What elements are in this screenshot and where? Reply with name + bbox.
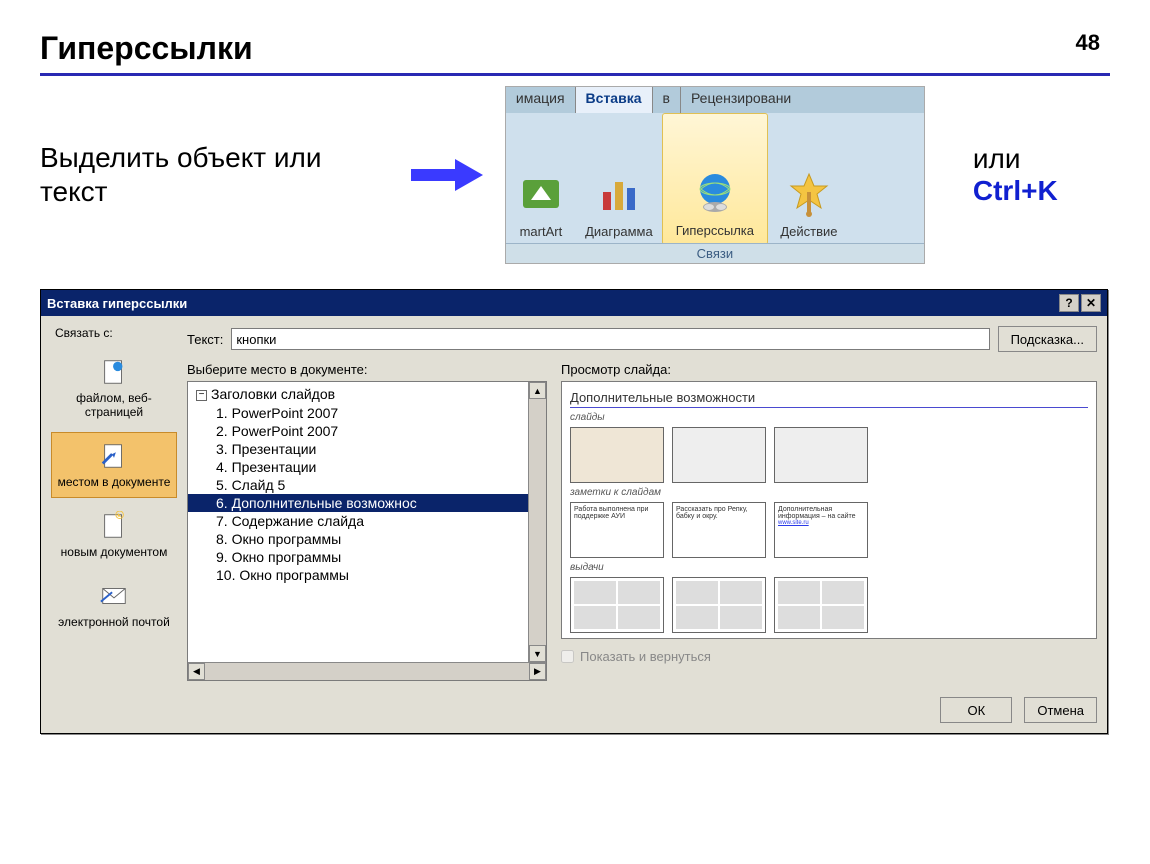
preview-note: Дополнительная информация – на сайтеwww.… xyxy=(774,502,868,558)
scroll-left-icon[interactable]: ◀ xyxy=(188,663,205,680)
close-button[interactable]: ✕ xyxy=(1081,294,1101,312)
select-place-label: Выберите место в документе: xyxy=(187,362,547,377)
text-field-label: Текст: xyxy=(187,332,223,347)
help-button[interactable]: ? xyxy=(1059,294,1079,312)
arrow-right-icon xyxy=(407,155,487,195)
scroll-down-icon[interactable]: ▼ xyxy=(529,645,546,662)
preview-note: Рассказать про Репку, бабку и окру. xyxy=(672,502,766,558)
preview-thumb xyxy=(672,427,766,483)
ribbon-tab-review[interactable]: Рецензировани xyxy=(681,87,801,113)
link-target-file[interactable]: файлом, веб-страницей xyxy=(51,348,177,428)
action-icon xyxy=(785,170,833,218)
page-title: Гиперссылки xyxy=(40,30,1110,67)
tree-item[interactable]: 5. Слайд 5 xyxy=(188,476,546,494)
tree-item[interactable]: 10. Окно программы xyxy=(188,566,546,584)
tree-item[interactable]: 3. Презентации xyxy=(188,440,546,458)
tooltip-button[interactable]: Подсказка... xyxy=(998,326,1097,352)
ribbon-tab-insert[interactable]: Вставка xyxy=(576,87,653,113)
instruction-text: Выделить объект или текст xyxy=(40,141,389,208)
preview-thumb xyxy=(570,427,664,483)
chart-button[interactable]: Диаграмма xyxy=(576,113,662,245)
globe-link-icon xyxy=(691,169,739,217)
dialog-titlebar: Вставка гиперссылки ? ✕ xyxy=(41,290,1107,316)
vertical-scrollbar[interactable]: ▲ ▼ xyxy=(528,382,546,662)
tree-item[interactable]: 6. Дополнительные возможнос xyxy=(188,494,546,512)
tree-item[interactable]: 1. PowerPoint 2007 xyxy=(188,404,546,422)
link-target-place[interactable]: местом в документе xyxy=(51,432,177,498)
smartart-button[interactable]: martArt xyxy=(506,113,576,245)
ok-button[interactable]: ОК xyxy=(940,697,1012,723)
ribbon-group-label: Связи xyxy=(506,243,924,263)
action-button[interactable]: Действие xyxy=(768,113,850,245)
tree-item[interactable]: 8. Окно программы xyxy=(188,530,546,548)
preview-slide-title: Дополнительные возможности xyxy=(570,390,1088,408)
new-doc-icon xyxy=(99,511,129,541)
link-with-label: Связать с: xyxy=(51,326,177,340)
email-icon xyxy=(99,581,129,611)
tree-item[interactable]: 4. Презентации xyxy=(188,458,546,476)
dialog-title: Вставка гиперссылки xyxy=(47,296,1057,311)
tree-item[interactable]: 9. Окно программы xyxy=(188,548,546,566)
preview-note: Работа выполнена при поддержке АУИ xyxy=(570,502,664,558)
smartart-icon xyxy=(517,170,565,218)
hyperlink-button[interactable]: Гиперссылка xyxy=(662,113,768,245)
chart-icon xyxy=(595,170,643,218)
insert-hyperlink-dialog: Вставка гиперссылки ? ✕ Связать с: файло… xyxy=(40,289,1108,734)
collapse-icon[interactable]: − xyxy=(196,390,207,401)
preview-label: Просмотр слайда: xyxy=(561,362,1097,377)
ribbon-tab-v[interactable]: в xyxy=(653,87,681,113)
title-divider xyxy=(40,73,1110,76)
preview-handout xyxy=(672,577,766,633)
or-shortcut: или Ctrl+K xyxy=(973,143,1110,207)
slide-preview: Дополнительные возможности слайды заметк… xyxy=(561,381,1097,639)
file-web-icon xyxy=(99,357,129,387)
horizontal-scrollbar[interactable]: ◀ ▶ xyxy=(188,662,546,680)
scroll-up-icon[interactable]: ▲ xyxy=(529,382,546,399)
preview-thumb xyxy=(774,427,868,483)
tree-item[interactable]: 7. Содержание слайда xyxy=(188,512,546,530)
link-target-newdoc[interactable]: новым документом xyxy=(51,502,177,568)
show-return-checkbox xyxy=(561,650,574,663)
preview-handout xyxy=(570,577,664,633)
link-text-input[interactable] xyxy=(231,328,989,350)
tree-item[interactable]: 2. PowerPoint 2007 xyxy=(188,422,546,440)
page-number: 48 xyxy=(1076,30,1100,56)
tree-root-item[interactable]: −Заголовки слайдов xyxy=(188,386,546,402)
ribbon-screenshot: имация Вставка в Рецензировани martArt Д… xyxy=(505,86,925,264)
cancel-button[interactable]: Отмена xyxy=(1024,697,1097,723)
preview-handout xyxy=(774,577,868,633)
ribbon-item-cut xyxy=(850,113,876,245)
shortcut-label: Ctrl+K xyxy=(973,175,1058,206)
show-return-label: Показать и вернуться xyxy=(580,649,711,664)
scroll-right-icon[interactable]: ▶ xyxy=(529,663,546,680)
place-tree[interactable]: −Заголовки слайдов 1. PowerPoint 20072. … xyxy=(187,381,547,681)
ribbon-tab-animation[interactable]: имация xyxy=(506,87,576,113)
place-in-doc-icon xyxy=(99,441,129,471)
link-target-email[interactable]: электронной почтой xyxy=(51,572,177,638)
